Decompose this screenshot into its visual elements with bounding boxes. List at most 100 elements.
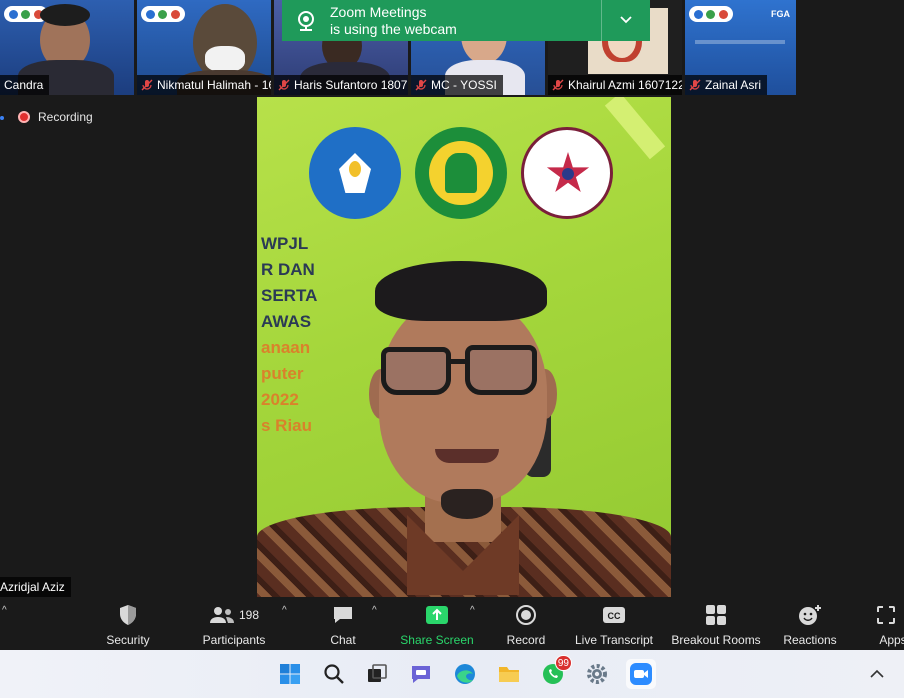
participant-tile[interactable]: Nikmatul Halimah - 16... [137, 0, 271, 95]
meeting-toolbar: ^ Security 198 Participants ^ Chat ^ Sha… [0, 597, 904, 650]
active-speaker-name-tag: Azridjal Aziz [0, 577, 71, 597]
active-speaker-name: Azridjal Aziz [0, 580, 65, 594]
participant-name: Khairul Azmi 1607122... [568, 78, 682, 92]
notification-message: is using the webcam [330, 20, 457, 37]
breakout-rooms-icon [705, 603, 727, 627]
share-options-caret-icon[interactable]: ^ [470, 605, 475, 616]
participant-tile[interactable]: Candra [0, 0, 134, 95]
chat-button[interactable]: Chat [320, 597, 366, 650]
mic-muted-icon [415, 79, 427, 91]
participant-name: MC - YOSSI [431, 78, 497, 92]
webcam-icon [294, 9, 318, 33]
reactions-label: Reactions [783, 633, 837, 647]
poster-line: anaan [261, 338, 311, 357]
record-button[interactable]: Record [502, 597, 550, 650]
kemendikbud-logo [309, 127, 401, 219]
speaker-mouth [435, 449, 499, 463]
poster-line: 2022 [261, 390, 299, 409]
caret-up-icon[interactable]: ^ [2, 605, 7, 616]
poster-line: AWAS [261, 312, 312, 331]
participant-name: Candra [4, 78, 44, 92]
participants-label: Participants [202, 633, 266, 647]
edge-dot [0, 116, 4, 120]
chat-icon [332, 603, 354, 627]
windows-start-icon[interactable] [275, 659, 305, 689]
record-label: Record [506, 633, 546, 647]
mic-muted-icon [552, 79, 564, 91]
participants-icon: 198 [209, 603, 259, 627]
whatsapp-badge: 99 [554, 655, 572, 671]
glasses-lens [465, 345, 537, 395]
zoom-icon[interactable] [626, 659, 656, 689]
svg-text:CC: CC [608, 611, 621, 621]
record-icon [515, 603, 537, 627]
speaker-face [379, 297, 547, 503]
poster-line: R DAN [261, 260, 315, 279]
poster-line: SERTA [261, 286, 318, 305]
participants-options-caret-icon[interactable]: ^ [282, 605, 287, 616]
participant-name-tag: Zainal Asri [685, 75, 768, 95]
apps-button[interactable]: Apps [868, 597, 904, 650]
live-transcript-button[interactable]: CC Live Transcript [570, 597, 658, 650]
participant-name-tag: Nikmatul Halimah - 16... [137, 75, 271, 95]
closed-caption-icon: CC [602, 603, 626, 627]
chat-options-caret-icon[interactable]: ^ [372, 605, 377, 616]
recording-indicator[interactable]: Recording [18, 108, 93, 126]
glasses-bridge [449, 359, 467, 364]
search-icon[interactable] [319, 659, 349, 689]
notification-title: Zoom Meetings [330, 3, 427, 20]
edge-icon[interactable] [450, 659, 480, 689]
mic-muted-icon [689, 79, 701, 91]
security-label: Security [106, 633, 150, 647]
mic-muted-icon [141, 79, 153, 91]
breakout-rooms-label: Breakout Rooms [671, 633, 761, 647]
poster-text: WPJL R DAN SERTA AWAS anaan puter 2022 s… [261, 231, 317, 439]
participant-name-tag: Haris Sufantoro 18071... [274, 75, 408, 95]
zoom-meeting-window: Candra Nikmatul Halimah - 16... Haris Su… [0, 0, 904, 698]
share-screen-button[interactable]: Share Screen [396, 597, 478, 650]
shield-icon [118, 603, 138, 627]
share-screen-icon [425, 603, 449, 627]
settings-icon[interactable] [582, 659, 612, 689]
reactions-icon [798, 603, 822, 627]
chat-label: Chat [330, 633, 356, 647]
whatsapp-icon[interactable]: 99 [538, 655, 572, 689]
event-logo [689, 6, 733, 22]
reactions-button[interactable]: Reactions [780, 597, 840, 650]
live-transcript-label: Live Transcript [574, 633, 654, 647]
poster-line: s Riau [261, 416, 313, 435]
security-button[interactable]: Security [100, 597, 156, 650]
speaker-goatee [441, 489, 493, 519]
participant-name-tag: Khairul Azmi 1607122... [548, 75, 682, 95]
participant-name: Nikmatul Halimah - 16... [157, 78, 271, 92]
notification-divider [601, 0, 602, 41]
apps-label: Apps [879, 633, 904, 647]
webcam-notification[interactable]: Zoom Meetings is using the webcam [282, 0, 650, 41]
teams-chat-icon[interactable] [406, 659, 436, 689]
participant-name-tag: Candra [0, 75, 50, 95]
active-speaker-video[interactable]: WPJL R DAN SERTA AWAS anaan puter 2022 s… [257, 97, 671, 597]
recording-icon [18, 111, 30, 123]
participant-name-tag: MC - YOSSI [411, 75, 503, 95]
participants-count: 198 [238, 608, 260, 622]
poster-logos [309, 127, 613, 219]
breakout-rooms-button[interactable]: Breakout Rooms [668, 597, 764, 650]
participants-button[interactable]: 198 Participants [194, 597, 274, 650]
chevron-down-icon[interactable] [614, 12, 638, 30]
chevron-up-icon[interactable] [862, 659, 892, 689]
participant-tile[interactable]: FGA Zainal Asri [685, 0, 796, 95]
participant-name: Haris Sufantoro 18071... [294, 78, 408, 92]
apps-icon [876, 603, 896, 627]
mic-muted-icon [278, 79, 290, 91]
recording-label: Recording [38, 110, 93, 124]
glasses-lens [381, 347, 451, 395]
poster-line: puter [261, 364, 304, 383]
poster-line: WPJL [261, 234, 309, 253]
participant-name: Zainal Asri [705, 78, 762, 92]
file-explorer-icon[interactable] [494, 659, 524, 689]
task-view-icon[interactable] [362, 659, 392, 689]
share-screen-label: Share Screen [400, 633, 474, 647]
snm-ptn-barat-logo [521, 127, 613, 219]
fga-logo-text: FGA [771, 9, 790, 19]
speaker-hair [375, 261, 547, 321]
